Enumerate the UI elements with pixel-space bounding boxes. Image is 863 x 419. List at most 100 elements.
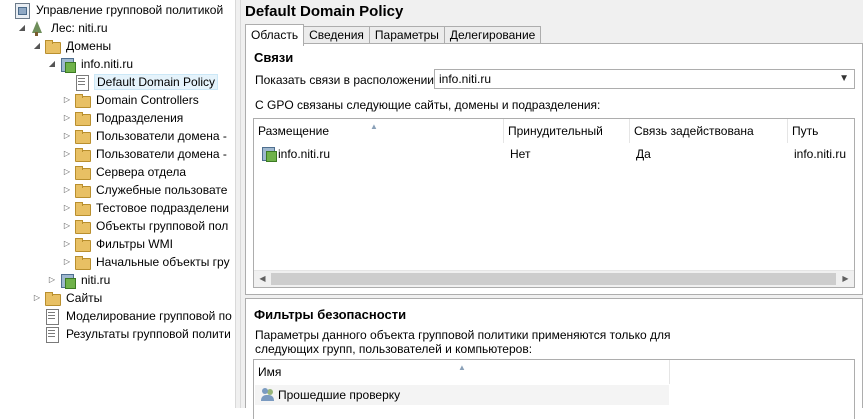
column-header-name[interactable]: Имя ▲ (254, 360, 670, 384)
tree-item[interactable]: ▷ Объекты групповой пол (62, 217, 230, 235)
column-header-place[interactable]: Размещение ▲ (254, 119, 504, 143)
folder-icon (74, 218, 91, 234)
tree-item[interactable]: Default Domain Policy (62, 73, 219, 91)
tree-item[interactable]: ▷ Пользователи домена - (62, 127, 229, 145)
expand-arrow-icon[interactable]: ▷ (62, 91, 72, 109)
security-filter-panel: Фильтры безопасности Параметры данного о… (245, 298, 863, 419)
location-dropdown[interactable]: info.niti.ru ▼ (434, 69, 855, 89)
links-table: Размещение ▲ Принудительный Связь задейс… (253, 118, 855, 288)
expand-arrow-icon[interactable]: ▷ (32, 289, 42, 307)
tree-item[interactable]: ▷ Сервера отдела (62, 163, 188, 181)
domain-icon (59, 56, 76, 73)
tree-item[interactable]: ◢ Домены (32, 37, 113, 55)
scrollbar-thumb[interactable] (271, 273, 836, 285)
links-heading: Связи (254, 50, 294, 65)
tree-item[interactable]: Результаты групповой полити (32, 325, 233, 343)
column-header-enabled[interactable]: Связь задействована (630, 119, 788, 143)
expand-arrow-icon[interactable]: ▷ (62, 145, 72, 163)
folder-icon (74, 200, 91, 216)
security-heading: Фильтры безопасности (254, 307, 407, 322)
tree-item-label: Объекты групповой пол (96, 219, 229, 233)
domain-icon (260, 145, 277, 162)
column-header-enforced[interactable]: Принудительный (504, 119, 630, 143)
tree-item[interactable]: ▷ Подразделения (62, 109, 185, 127)
tree-item-label: Сервера отдела (96, 165, 187, 179)
gpo-icon (74, 74, 90, 91)
sort-asc-icon: ▲ (458, 363, 466, 372)
tree-item[interactable]: ▷ Тестовое подразделени (62, 199, 231, 217)
location-value: info.niti.ru (439, 72, 492, 86)
expand-arrow-icon[interactable]: ▷ (62, 253, 72, 271)
security-table: Имя ▲ Прошедшие проверку (253, 359, 855, 419)
expand-arrow-icon[interactable]: ▷ (62, 163, 72, 181)
cell-place: info.niti.ru (256, 144, 504, 164)
tree-item[interactable]: Управление групповой политикой (2, 1, 225, 19)
console-tree: Управление групповой политикой ◢ Лес: niti… (0, 0, 235, 408)
tree-item-label: Служебные пользовате (96, 183, 228, 197)
tree-item-label: Domain Controllers (96, 93, 199, 107)
tree-item[interactable]: ◢ Лес: niti.ru (17, 19, 110, 37)
collapse-arrow-icon[interactable]: ◢ (47, 55, 57, 73)
folder-icon (74, 254, 91, 270)
folder-icon (74, 236, 91, 252)
folder-icon (44, 290, 61, 306)
tree-item-label: niti.ru (81, 273, 111, 287)
expand-arrow-icon[interactable]: ▷ (62, 217, 72, 235)
tree-item-label: Моделирование групповой по (66, 309, 232, 323)
folder-icon (74, 164, 91, 180)
chevron-down-icon[interactable]: ▼ (839, 70, 849, 88)
tree-item-label: Фильтры WMI (96, 237, 173, 251)
tree-item-label: Пользователи домена - (96, 129, 227, 143)
gpmc-icon (14, 2, 30, 19)
expand-arrow-icon[interactable]: ▷ (62, 109, 72, 127)
sort-asc-icon: ▲ (370, 122, 378, 131)
column-header-path[interactable]: Путь (788, 119, 854, 143)
tree-item[interactable]: ▷ Фильтры WMI (62, 235, 175, 253)
tree-item[interactable]: Моделирование групповой по (32, 307, 234, 325)
tree-item[interactable]: ▷ niti.ru (47, 271, 112, 289)
tree-item-label: Управление групповой политикой (36, 3, 224, 17)
tree-item-label: Домены (66, 39, 112, 53)
tree-item[interactable]: ▷ Служебные пользовате (62, 181, 229, 199)
cell-enabled: Да (636, 147, 651, 161)
tree-item[interactable]: ▷ Начальные объекты гру (62, 253, 232, 271)
folder-icon (74, 110, 91, 126)
scroll-left-icon[interactable]: ◀ (254, 271, 271, 287)
collapse-arrow-icon[interactable]: ◢ (17, 19, 27, 37)
expand-arrow-icon[interactable]: ▷ (62, 181, 72, 199)
table-row[interactable]: Прошедшие проверку (256, 385, 400, 405)
tree-item[interactable]: ◢ info.niti.ru (47, 55, 135, 73)
tree-item-label: Результаты групповой полити (66, 327, 231, 341)
links-description: С GPO связаны следующие сайты, домены и … (255, 98, 601, 112)
expand-arrow-icon[interactable]: ▷ (47, 271, 57, 289)
details-pane: Default Domain Policy Область Сведения П… (241, 0, 863, 419)
tree-item[interactable]: ▷ Domain Controllers (62, 91, 201, 109)
tree-item-label: Подразделения (96, 111, 184, 125)
domain-icon (59, 272, 76, 289)
users-group-icon (260, 386, 276, 402)
tree-item[interactable]: ▷ Пользователи домена - (62, 145, 229, 163)
tree-item-label: Default Domain Policy (94, 74, 219, 90)
folder-icon (74, 92, 91, 108)
tab-scope[interactable]: Область (245, 24, 305, 46)
tree-item-label: Лес: niti.ru (51, 21, 108, 35)
folder-icon (74, 182, 91, 198)
expand-arrow-icon[interactable]: ▷ (62, 199, 72, 217)
forest-icon (29, 20, 45, 36)
collapse-arrow-icon[interactable]: ◢ (32, 37, 42, 55)
expand-arrow-icon[interactable]: ▷ (62, 127, 72, 145)
folder-icon (74, 128, 91, 144)
horizontal-scrollbar[interactable]: ◀ ▶ (254, 270, 854, 287)
expand-arrow-icon[interactable]: ▷ (62, 235, 72, 253)
tree-item-label: Сайты (66, 291, 103, 305)
tree-item-label: Тестовое подразделени (96, 201, 229, 215)
tree-item-label: info.niti.ru (81, 57, 134, 71)
tree-item[interactable]: ▷ Сайты (32, 289, 104, 307)
scroll-right-icon[interactable]: ▶ (837, 271, 854, 287)
tree-item-label: Пользователи домена - (96, 147, 227, 161)
gpo-icon (44, 308, 60, 325)
